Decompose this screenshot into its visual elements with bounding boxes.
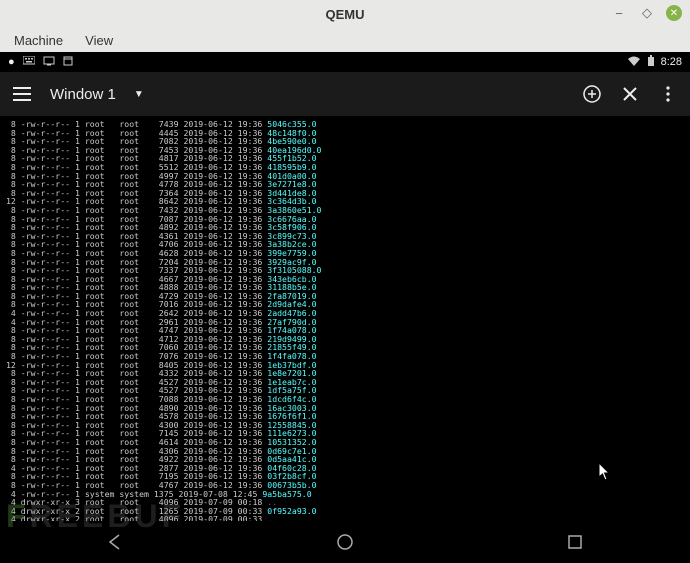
terminal-output[interactable]: 8 -rw-r--r-- 1 root root 7439 2019-06-12…: [0, 116, 690, 521]
notification-dot-icon: ●: [8, 56, 15, 68]
keyboard-icon: [23, 56, 35, 69]
screen-icon: [43, 56, 55, 69]
maximize-button[interactable]: ◇: [638, 4, 656, 22]
wifi-icon: [627, 55, 641, 70]
minimize-button[interactable]: −: [610, 4, 628, 22]
android-nav-bar: [0, 521, 690, 563]
nav-home-button[interactable]: [325, 522, 365, 562]
battery-icon: [647, 55, 655, 70]
status-left: ●: [8, 56, 73, 69]
close-window-icon[interactable]: [620, 84, 640, 104]
nav-back-button[interactable]: [95, 522, 135, 562]
qemu-menubar: Machine View: [0, 28, 690, 52]
dropdown-icon[interactable]: ▼: [134, 89, 144, 100]
close-button[interactable]: ✕: [666, 5, 682, 21]
more-menu-icon[interactable]: [658, 84, 678, 104]
android-status-bar: ● 8:28: [0, 52, 690, 72]
terminal-toolbar: Window 1 ▼: [0, 72, 690, 116]
window-icon: [63, 56, 73, 69]
qemu-title: QEMU: [326, 7, 365, 22]
window-controls: − ◇ ✕: [610, 4, 682, 22]
menu-machine[interactable]: Machine: [4, 31, 73, 50]
status-time: 8:28: [661, 56, 682, 68]
menu-view[interactable]: View: [75, 31, 123, 50]
status-right: 8:28: [627, 55, 682, 70]
qemu-titlebar: QEMU − ◇ ✕: [0, 0, 690, 28]
window-title[interactable]: Window 1: [50, 86, 116, 103]
nav-recent-button[interactable]: [555, 522, 595, 562]
add-window-icon[interactable]: [582, 84, 602, 104]
hamburger-menu-icon[interactable]: [12, 84, 32, 104]
